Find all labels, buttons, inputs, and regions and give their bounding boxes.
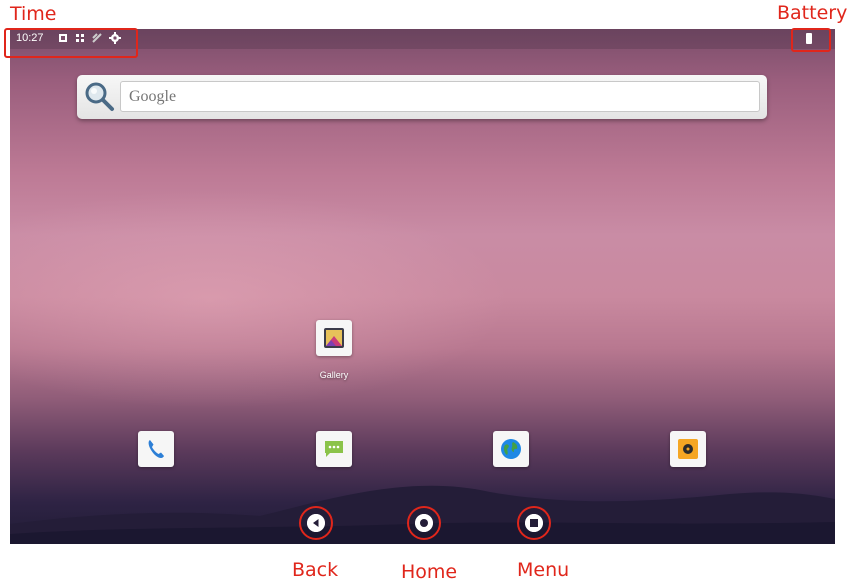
annotation-menu-label: Menu [517,559,570,581]
home-screen: 10:27 Gallery [10,29,835,544]
music-app-icon[interactable] [670,431,706,467]
annotation-time-label: Time [10,3,57,25]
annotation-battery-label: Battery [777,2,848,24]
gallery-app-label: Gallery [319,370,349,380]
annotation-back-label: Back [292,559,339,581]
menu-highlight-ring [517,506,551,540]
home-highlight-ring [407,506,441,540]
time-highlight-box [4,28,138,58]
messaging-icon [325,441,343,457]
browser-icon [501,439,521,459]
gallery-icon [324,328,344,348]
browser-app-icon[interactable] [493,431,529,467]
battery-highlight-box [791,28,831,52]
annotation-home-label: Home [401,561,458,583]
messaging-app-icon[interactable] [316,431,352,467]
gallery-app-icon[interactable] [316,320,352,356]
search-input[interactable] [120,81,760,112]
phone-icon [148,440,164,458]
wallpaper-glow [10,189,510,409]
search-icon[interactable] [83,80,115,112]
music-icon [678,439,698,459]
google-search-bar[interactable] [77,75,767,119]
back-highlight-ring [299,506,333,540]
phone-app-icon[interactable] [138,431,174,467]
